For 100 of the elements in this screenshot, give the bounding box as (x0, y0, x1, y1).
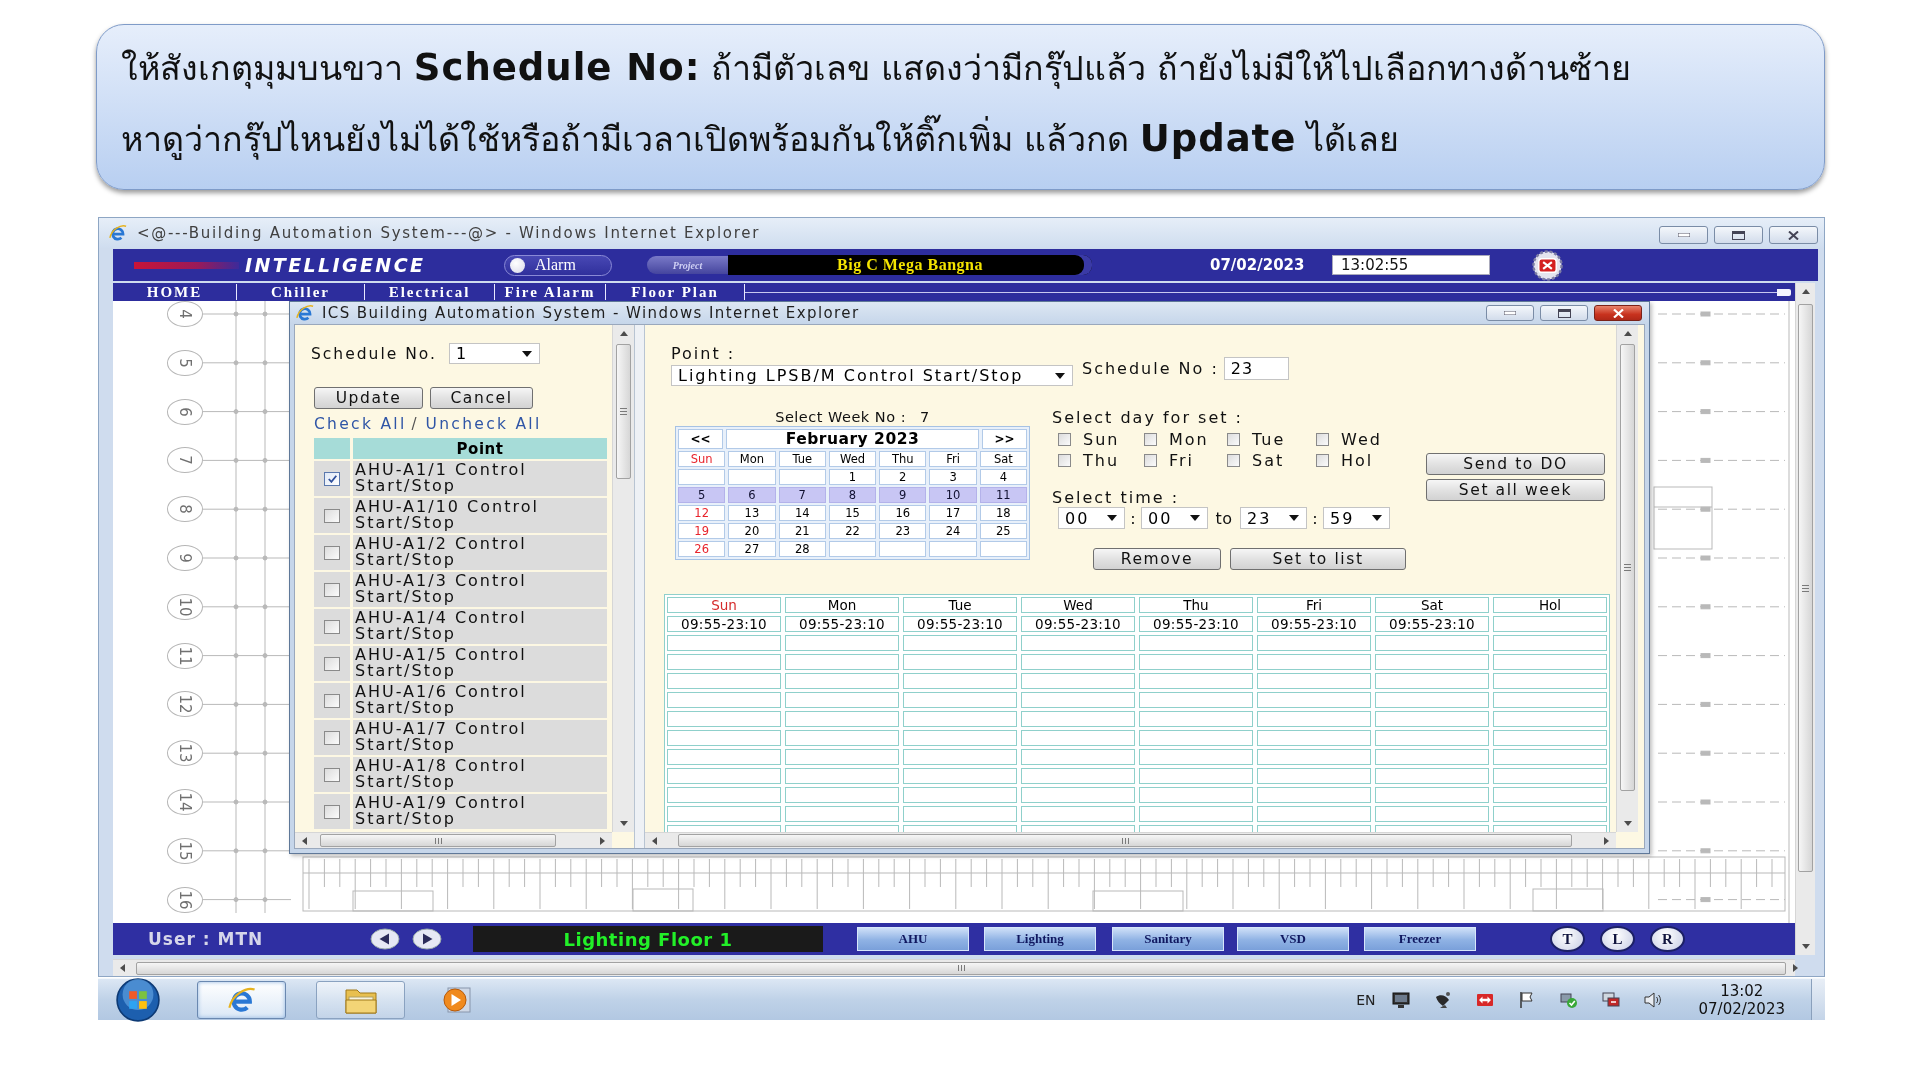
point-name[interactable]: AHU-A1/5 Control Start/Stop (353, 646, 607, 681)
arrow-right-icon[interactable] (1793, 964, 1798, 972)
network-check-icon[interactable] (1559, 990, 1578, 1009)
horizontal-scrollbar[interactable] (113, 959, 1795, 976)
scrollbar-thumb[interactable] (1620, 344, 1635, 791)
checkbox[interactable] (324, 804, 340, 819)
arrow-up-icon[interactable] (1801, 289, 1810, 294)
language-indicator[interactable]: EN (1356, 991, 1376, 1008)
form-button[interactable]: Cancel (430, 387, 533, 409)
point-name[interactable]: AHU-A1/6 Control Start/Stop (353, 683, 607, 718)
calendar-day[interactable]: 21 (778, 523, 826, 539)
point-name[interactable]: AHU-A1/2 Control Start/Stop (353, 535, 607, 570)
taskbar-button[interactable] (316, 980, 405, 1019)
arrow-right-icon[interactable] (1604, 836, 1609, 845)
maximize-button[interactable] (1540, 305, 1588, 321)
view-button[interactable]: L (1600, 926, 1635, 952)
arrow-up-icon[interactable] (619, 331, 628, 336)
checkbox[interactable] (324, 730, 340, 745)
calendar-day[interactable]: 2 (879, 469, 927, 485)
checkbox[interactable] (1316, 453, 1329, 467)
point-name[interactable]: AHU-A1/1 Control Start/Stop (353, 461, 607, 496)
caret-down-icon[interactable] (1372, 515, 1382, 521)
alarm-button[interactable]: Alarm (504, 254, 612, 276)
calendar-day[interactable]: 25 (979, 523, 1027, 539)
calendar-day[interactable]: 24 (929, 523, 977, 539)
view-button[interactable]: T (1550, 926, 1585, 952)
speaker-icon[interactable] (1643, 990, 1662, 1009)
calendar-day[interactable]: 10 (929, 487, 977, 503)
monitor-icon[interactable] (1391, 990, 1410, 1009)
form-button[interactable]: Remove (1093, 548, 1221, 570)
calendar-day[interactable]: 13 (728, 505, 776, 521)
scrollbar-thumb[interactable] (678, 834, 1572, 847)
vertical-scrollbar[interactable] (1616, 325, 1638, 832)
view-button[interactable]: R (1650, 926, 1685, 952)
scrollbar-thumb[interactable] (1798, 304, 1813, 872)
checkbox[interactable] (1316, 432, 1329, 446)
calendar-day[interactable]: 4 (979, 469, 1027, 485)
calendar-day[interactable]: 16 (879, 505, 927, 521)
calendar-day[interactable]: 7 (778, 487, 826, 503)
page-button[interactable]: Freezer (1364, 927, 1476, 951)
page-button[interactable]: AHU (857, 927, 969, 951)
arrow-left-icon[interactable] (302, 836, 307, 845)
caret-down-icon[interactable] (1055, 372, 1065, 379)
hour-select[interactable]: 23 (1240, 507, 1307, 529)
next-month-button[interactable]: >> (982, 429, 1027, 449)
caret-down-icon[interactable] (522, 350, 532, 357)
point-name[interactable]: AHU-A1/9 Control Start/Stop (353, 794, 607, 829)
point-name[interactable]: AHU-A1/10 Control Start/Stop (353, 498, 607, 533)
previous-icon[interactable] (370, 928, 400, 950)
checkbox[interactable] (324, 545, 340, 560)
horizontal-scrollbar[interactable] (645, 832, 1616, 848)
network-alert-icon[interactable] (1601, 990, 1620, 1009)
checkbox[interactable] (324, 656, 340, 671)
checkbox[interactable] (1058, 453, 1071, 467)
checkbox[interactable] (1227, 432, 1240, 446)
calendar-day[interactable]: 12 (678, 505, 726, 521)
checkbox[interactable] (1227, 453, 1240, 467)
calendar-day[interactable]: 27 (728, 541, 776, 557)
schedule-select[interactable]: 1 (449, 343, 540, 364)
checkbox[interactable] (1144, 453, 1157, 467)
next-icon[interactable] (412, 928, 442, 950)
calendar-day[interactable]: 26 (678, 541, 726, 557)
calendar-day[interactable]: 22 (828, 523, 877, 539)
caret-down-icon[interactable] (1289, 515, 1299, 521)
checkbox[interactable] (324, 471, 340, 486)
arrow-up-icon[interactable] (1623, 331, 1632, 336)
calendar-day[interactable]: 3 (929, 469, 977, 485)
minimize-button[interactable] (1486, 305, 1534, 321)
check-all-link[interactable]: Check All (314, 415, 407, 433)
point-name[interactable]: AHU-A1/4 Control Start/Stop (353, 609, 607, 644)
calendar-day[interactable]: 15 (828, 505, 877, 521)
calendar-day[interactable]: 28 (778, 541, 826, 557)
calendar-day[interactable]: 6 (728, 487, 776, 503)
calendar-day[interactable]: 5 (678, 487, 726, 503)
page-button[interactable]: VSD (1237, 927, 1349, 951)
point-name[interactable]: AHU-A1/8 Control Start/Stop (353, 757, 607, 792)
vertical-scrollbar[interactable] (612, 325, 634, 832)
form-button[interactable]: Update (314, 387, 423, 409)
scrollbar-thumb[interactable] (136, 961, 1786, 975)
page-button[interactable]: Sanitary (1112, 927, 1224, 951)
checkbox[interactable] (324, 508, 340, 523)
form-button[interactable]: Set all week (1426, 479, 1605, 501)
menu-tab[interactable]: Electrical (365, 284, 495, 300)
flag-icon[interactable] (1517, 990, 1536, 1009)
previous-month-button[interactable]: << (678, 429, 723, 449)
vertical-scrollbar[interactable] (1795, 283, 1815, 955)
arrow-down-icon[interactable] (1801, 944, 1810, 949)
arrow-left-icon[interactable] (652, 836, 657, 845)
start-orb-icon[interactable] (116, 977, 160, 1022)
dish-icon[interactable] (1433, 990, 1452, 1009)
close-button[interactable] (1769, 226, 1818, 244)
form-button[interactable]: Set to list (1230, 548, 1406, 570)
menu-tab[interactable]: Fire Alarm (495, 284, 606, 300)
arrow-down-icon[interactable] (619, 821, 628, 826)
maximize-button[interactable] (1714, 226, 1763, 244)
calendar-day[interactable]: 19 (678, 523, 726, 539)
close-button[interactable] (1594, 305, 1642, 321)
calendar-day[interactable]: 20 (728, 523, 776, 539)
checkbox[interactable] (324, 693, 340, 708)
checkbox[interactable] (324, 582, 340, 597)
